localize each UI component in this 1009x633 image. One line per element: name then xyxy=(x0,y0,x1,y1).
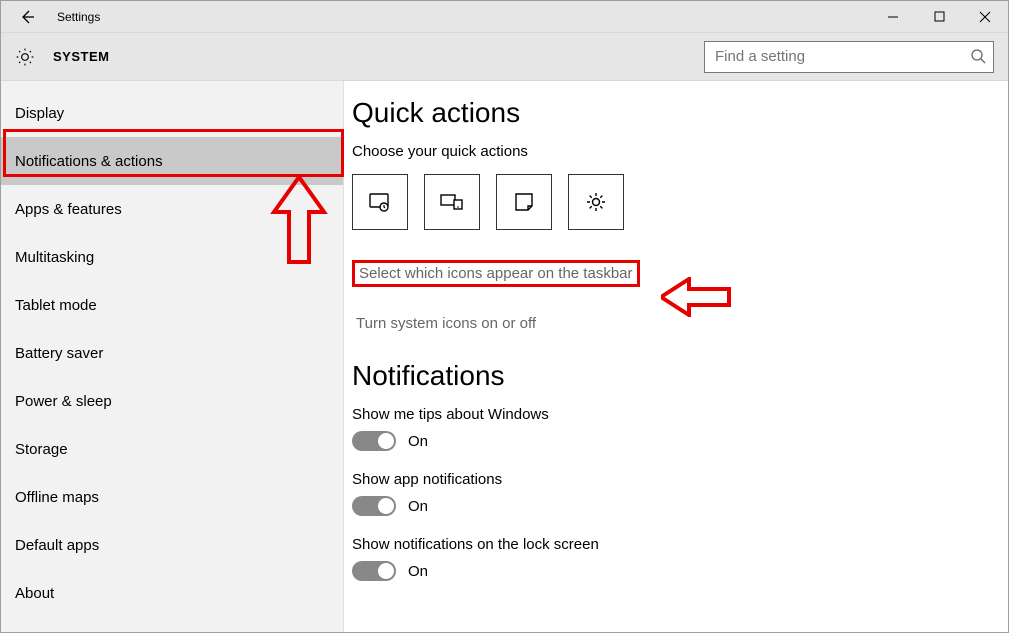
link-select-taskbar-icons[interactable]: Select which icons appear on the taskbar xyxy=(352,260,640,287)
minimize-icon xyxy=(887,11,899,23)
minimize-button[interactable] xyxy=(870,1,916,33)
sidebar-item-storage[interactable]: Storage xyxy=(1,425,343,473)
link-turn-system-icons[interactable]: Turn system icons on or off xyxy=(352,313,1008,334)
sidebar-item-label: Storage xyxy=(15,441,68,458)
sidebar-item-about[interactable]: About xyxy=(1,569,343,617)
quick-action-tablet-mode[interactable] xyxy=(352,174,408,230)
quick-actions-subtext: Choose your quick actions xyxy=(352,143,1008,160)
sidebar-item-label: Apps & features xyxy=(15,201,122,218)
sidebar-item-battery-saver[interactable]: Battery saver xyxy=(1,329,343,377)
maximize-icon xyxy=(934,11,945,22)
search-icon xyxy=(970,48,986,64)
quick-action-note[interactable] xyxy=(496,174,552,230)
search-input[interactable] xyxy=(704,41,994,73)
setting-label-app-notifications: Show app notifications xyxy=(352,471,1008,488)
quick-actions-row xyxy=(352,174,1008,230)
toggle-state-lockscreen: On xyxy=(408,563,428,580)
sidebar-item-apps-features[interactable]: Apps & features xyxy=(1,185,343,233)
sidebar-item-label: Default apps xyxy=(15,537,99,554)
gear-icon xyxy=(584,190,608,214)
sidebar-item-label: Notifications & actions xyxy=(15,153,163,170)
titlebar: Settings xyxy=(1,1,1008,33)
sidebar-item-label: Battery saver xyxy=(15,345,103,362)
search-box[interactable] xyxy=(704,41,994,73)
maximize-button[interactable] xyxy=(916,1,962,33)
quick-action-settings[interactable] xyxy=(568,174,624,230)
toggle-tips[interactable] xyxy=(352,431,396,451)
sidebar-item-label: Power & sleep xyxy=(15,393,112,410)
sidebar-item-label: About xyxy=(15,585,54,602)
sidebar-item-tablet-mode[interactable]: Tablet mode xyxy=(1,281,343,329)
sidebar-item-offline-maps[interactable]: Offline maps xyxy=(1,473,343,521)
sidebar-item-label: Offline maps xyxy=(15,489,99,506)
header: SYSTEM xyxy=(1,33,1008,81)
quick-action-connect[interactable] xyxy=(424,174,480,230)
gear-icon xyxy=(15,47,35,67)
body: Display Notifications & actions Apps & f… xyxy=(1,81,1008,632)
sidebar-item-display[interactable]: Display xyxy=(1,89,343,137)
toggle-state-app-notifications: On xyxy=(408,498,428,515)
back-button[interactable] xyxy=(11,1,43,33)
toggle-state-tips: On xyxy=(408,433,428,450)
sidebar-item-multitasking[interactable]: Multitasking xyxy=(1,233,343,281)
sidebar-item-notifications-actions[interactable]: Notifications & actions xyxy=(1,137,343,185)
toggle-lockscreen[interactable] xyxy=(352,561,396,581)
setting-label-tips: Show me tips about Windows xyxy=(352,406,1008,423)
connect-icon xyxy=(439,189,465,215)
sidebar-item-power-sleep[interactable]: Power & sleep xyxy=(1,377,343,425)
section-heading-notifications: Notifications xyxy=(352,360,1008,392)
close-icon xyxy=(979,11,991,23)
page-title: SYSTEM xyxy=(53,49,109,64)
sidebar-item-label: Tablet mode xyxy=(15,297,97,314)
settings-window: Settings SYSTEM Display xyxy=(0,0,1009,633)
sidebar-item-label: Multitasking xyxy=(15,249,94,266)
sidebar: Display Notifications & actions Apps & f… xyxy=(1,81,344,632)
toggle-app-notifications[interactable] xyxy=(352,496,396,516)
window-title: Settings xyxy=(57,10,100,24)
note-icon xyxy=(512,190,536,214)
sidebar-item-label: Display xyxy=(15,105,64,122)
content: Quick actions Choose your quick actions … xyxy=(344,81,1008,632)
tablet-icon xyxy=(367,189,393,215)
close-button[interactable] xyxy=(962,1,1008,33)
section-heading-quick-actions: Quick actions xyxy=(352,97,1008,129)
setting-label-lockscreen: Show notifications on the lock screen xyxy=(352,536,1008,553)
arrow-left-icon xyxy=(19,9,35,25)
sidebar-item-default-apps[interactable]: Default apps xyxy=(1,521,343,569)
